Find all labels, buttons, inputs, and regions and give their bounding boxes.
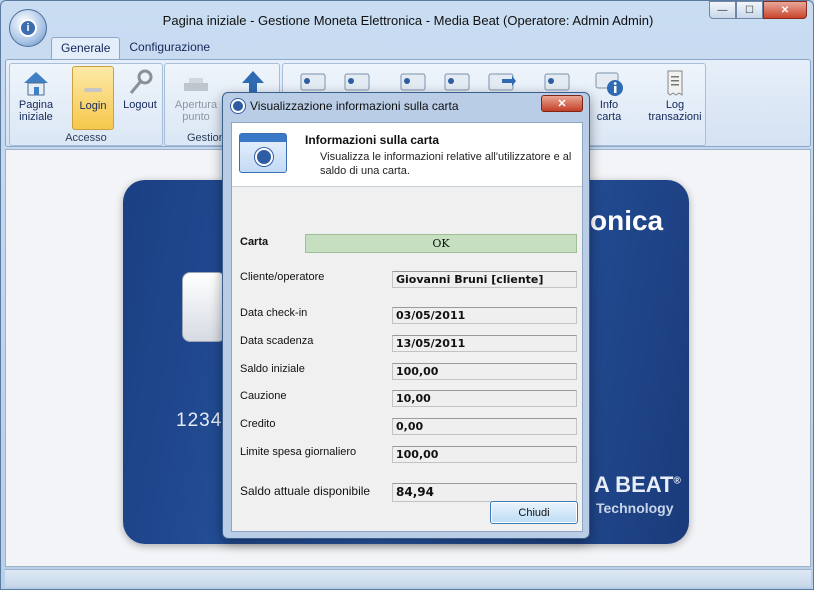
tab-generale[interactable]: Generale bbox=[51, 37, 121, 59]
apertura-label: Apertura punto bbox=[174, 99, 218, 123]
saldo-iniziale-field: 100,00 bbox=[392, 363, 577, 380]
log-transazioni-label: Log transazioni bbox=[648, 99, 702, 123]
card-brand-text: onica bbox=[590, 205, 664, 236]
card-technology-text: Technology bbox=[596, 500, 674, 516]
data-scadenza-field: 13/05/2011 bbox=[392, 335, 577, 352]
field-label: Saldo iniziale bbox=[240, 363, 305, 375]
key-icon bbox=[129, 69, 153, 94]
card-chip bbox=[182, 272, 226, 342]
carta-label: Carta bbox=[240, 236, 269, 248]
field-label: Cauzione bbox=[240, 390, 287, 402]
info-carta-button[interactable]: Info carta bbox=[587, 66, 631, 128]
window-controls: — ☐ ✕ bbox=[709, 1, 807, 19]
card-number: 1234 bbox=[176, 410, 223, 431]
header-description: Visualizza le informazioni relative all'… bbox=[320, 151, 572, 177]
info-icon bbox=[595, 72, 623, 96]
window-title: Pagina iniziale - Gestione Moneta Elettr… bbox=[162, 13, 654, 28]
cash-register-icon bbox=[184, 78, 208, 91]
field-label: Limite spesa giornaliero bbox=[240, 446, 357, 458]
limite-spesa-field: 100,00 bbox=[392, 446, 577, 463]
dialog-title: Visualizzazione informazioni sulla carta bbox=[250, 99, 459, 113]
login-key-icon bbox=[84, 88, 102, 92]
cliente-operatore-field: Giovanni Bruni [cliente] bbox=[392, 271, 577, 288]
home-label: Pagina iniziale bbox=[18, 99, 54, 123]
registered-mark: ® bbox=[673, 475, 681, 487]
chiudi-button[interactable]: Chiudi bbox=[490, 501, 578, 524]
card-window-icon bbox=[239, 133, 287, 173]
ribbon-tabs: Generale Configurazione bbox=[51, 37, 219, 59]
logout-button[interactable]: Logout bbox=[118, 66, 162, 128]
card-beat-label: A BEAT bbox=[594, 472, 674, 497]
card-beat-text: A BEAT® bbox=[594, 472, 681, 498]
carta-status: OK bbox=[305, 234, 577, 253]
minimize-button[interactable]: — bbox=[709, 1, 736, 19]
log-transazioni-button[interactable]: Log transazioni bbox=[647, 66, 703, 128]
dialog-close-button[interactable]: ✕ bbox=[541, 95, 583, 112]
home-button[interactable]: Pagina iniziale bbox=[14, 66, 58, 128]
dialog-titlebar: Visualizzazione informazioni sulla carta bbox=[231, 99, 459, 113]
logout-label: Logout bbox=[123, 99, 157, 111]
field-label: Cliente/operatore bbox=[240, 271, 325, 283]
field-label: Data scadenza bbox=[240, 335, 314, 347]
saldo-attuale-field: 84,94 bbox=[392, 483, 577, 502]
accesso-group-label: Accesso bbox=[65, 132, 107, 144]
receipt-icon bbox=[667, 70, 683, 96]
apertura-punto-button[interactable]: Apertura punto bbox=[171, 66, 221, 128]
field-label: Saldo attuale disponibile bbox=[240, 484, 371, 498]
close-window-button[interactable]: ✕ bbox=[763, 1, 807, 19]
app-info-icon bbox=[231, 99, 245, 113]
dialog-body: Informazioni sulla carta Visualizza le i… bbox=[231, 122, 583, 532]
login-button[interactable]: Login bbox=[72, 66, 114, 130]
credito-field: 0,00 bbox=[392, 418, 577, 435]
login-label: Login bbox=[79, 100, 107, 112]
data-checkin-field: 03/05/2011 bbox=[392, 307, 577, 324]
maximize-button[interactable]: ☐ bbox=[736, 1, 763, 19]
info-carta-label: Info carta bbox=[596, 99, 622, 123]
ribbon-group-accesso: Pagina iniziale Login Logout Accesso bbox=[9, 63, 163, 146]
field-label: Data check-in bbox=[240, 307, 308, 319]
header-title: Informazioni sulla carta bbox=[305, 133, 440, 147]
home-icon bbox=[24, 72, 48, 96]
tab-configurazione[interactable]: Configurazione bbox=[120, 37, 219, 59]
card-info-dialog: Visualizzazione informazioni sulla carta… bbox=[222, 92, 590, 539]
status-bar bbox=[5, 569, 811, 587]
field-label: Credito bbox=[240, 418, 276, 430]
dialog-header: Informazioni sulla carta Visualizza le i… bbox=[232, 123, 582, 187]
cauzione-field: 10,00 bbox=[392, 390, 577, 407]
